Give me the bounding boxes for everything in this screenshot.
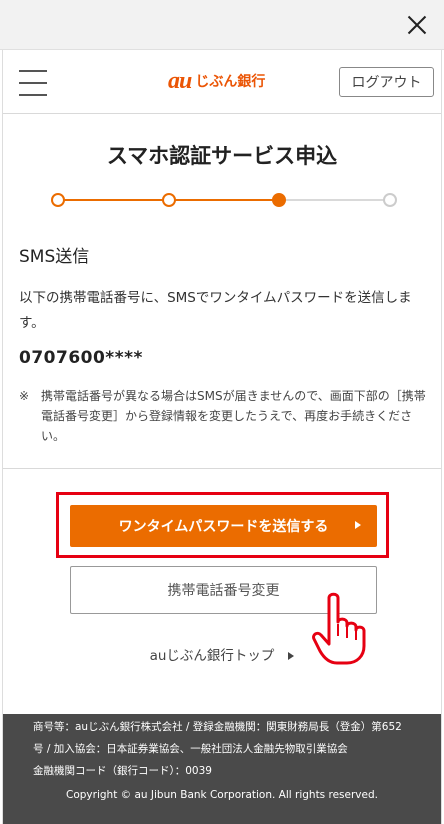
note-text: 携帯電話番号が異なる場合はSMSが届きませんので、画面下部の［携帯電話番号変更］… — [41, 389, 426, 443]
progress-stepper — [51, 190, 397, 210]
footer-line-2: 号 / 加入協会：日本証券業協会、一般社団法人金融先物取引業協会 — [33, 743, 348, 755]
note-mark: ※ — [19, 389, 30, 403]
logo-text: じぶん銀行 — [195, 74, 266, 90]
footer-line-1: 商号等：auじぶん銀行株式会社 / 登録金融機関：関東財務局長（登金）第652 — [33, 721, 402, 733]
change-phone-button-label: 携帯電話番号変更 — [167, 583, 280, 599]
page-title: スマホ認証サービス申込 — [106, 144, 338, 168]
window-topbar — [0, 0, 444, 50]
footer: 商号等：auじぶん銀行株式会社 / 登録金融機関：関東財務局長（登金）第652 … — [3, 714, 441, 824]
site-header: au じぶん銀行 ログアウト — [3, 50, 441, 114]
arrow-right-icon — [288, 652, 295, 660]
footer-copyright: Copyright © au Jibun Bank Corporation. A… — [66, 789, 378, 801]
send-otp-button[interactable]: ワンタイムパスワードを送信する — [70, 505, 377, 547]
stepper-dot — [272, 193, 287, 207]
description-text: 以下の携帯電話番号に、SMSでワンタイムパスワードを送信します。 — [19, 290, 412, 331]
top-link-label: auじぶん銀行トップ — [149, 648, 275, 664]
phone-number: 0707600**** — [19, 348, 143, 368]
stepper-line — [168, 199, 280, 201]
page-container: au じぶん銀行 ログアウト スマホ認証サービス申込 SMS送信 以下の携帯電話… — [2, 50, 442, 824]
logo-mark: au — [168, 67, 192, 94]
brand-logo[interactable]: au じぶん銀行 — [168, 68, 265, 94]
logout-button[interactable]: ログアウト — [339, 67, 434, 97]
close-icon[interactable] — [404, 12, 430, 38]
divider — [3, 468, 441, 469]
hamburger-menu-icon[interactable] — [19, 70, 49, 98]
send-otp-button-label: ワンタイムパスワードを送信する — [118, 519, 329, 535]
stepper-line — [279, 199, 390, 201]
stepper-dot — [383, 193, 397, 207]
note: ※ 携帯電話番号が異なる場合はSMSが届きませんので、画面下部の［携帯電話番号変… — [19, 386, 429, 446]
stepper-line — [58, 199, 169, 201]
stepper-dot — [51, 193, 65, 207]
section-title: SMS送信 — [19, 247, 90, 267]
jibun-bank-top-link[interactable]: auじぶん銀行トップ — [3, 644, 441, 664]
stepper-dot — [161, 193, 176, 207]
footer-line-3: 金融機関コード（銀行コード）：0039 — [33, 765, 212, 777]
arrow-right-icon — [355, 521, 361, 529]
